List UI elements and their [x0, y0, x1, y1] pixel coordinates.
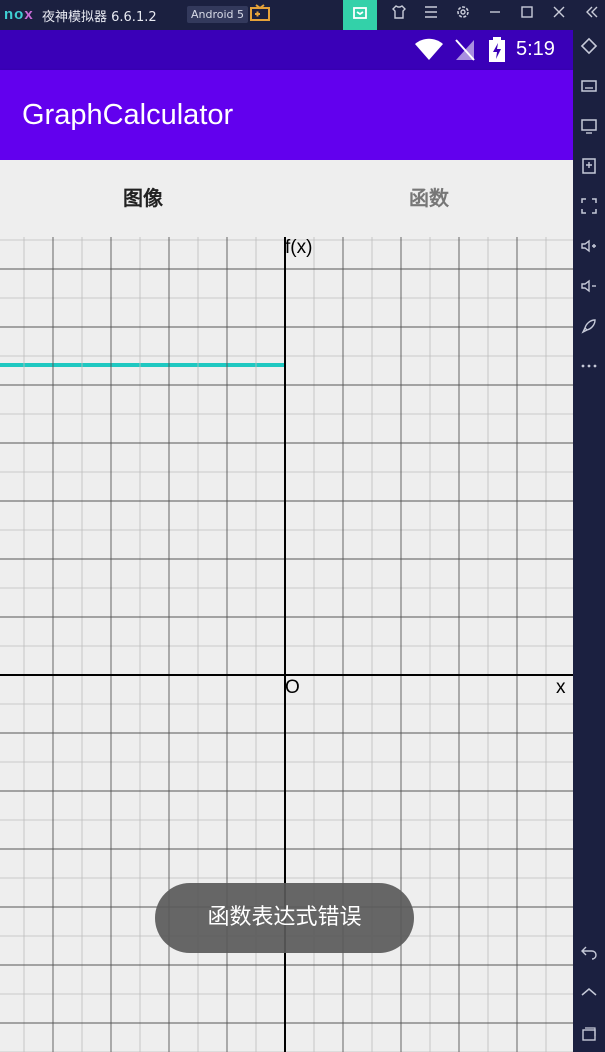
tab-bar: 图像 函数: [0, 160, 573, 367]
screen-icon[interactable]: [573, 116, 605, 144]
home-icon[interactable]: [573, 984, 605, 1012]
fullscreen-icon[interactable]: [573, 196, 605, 224]
emulator-app-name: 夜神模拟器 6.6.1.2: [42, 10, 157, 25]
gift-icon[interactable]: [343, 0, 377, 30]
volume-down-icon[interactable]: [573, 276, 605, 304]
battery-charging-icon: [487, 37, 507, 67]
more-icon[interactable]: [573, 356, 605, 384]
keyboard-icon[interactable]: [573, 76, 605, 104]
settings-icon[interactable]: [452, 4, 474, 26]
status-time: 5:19: [516, 38, 555, 60]
status-bar: 5:19: [0, 30, 573, 70]
menu-icon[interactable]: [420, 4, 442, 26]
wifi-icon: [414, 38, 444, 66]
android-version-badge: Android 5: [187, 6, 249, 23]
emulator-sidebar: [573, 30, 605, 1052]
app-bar: GraphCalculator: [0, 70, 573, 160]
x-axis-label: x: [556, 677, 566, 698]
phone-screen: 5:19 GraphCalculator 图像 函数 f(x) O x 函数表达…: [0, 30, 573, 1052]
recents-icon[interactable]: [573, 1024, 605, 1052]
y-axis-label: f(x): [285, 237, 312, 258]
tab-function[interactable]: 函数: [286, 160, 572, 237]
back-icon[interactable]: [573, 942, 605, 970]
tab-graph[interactable]: 图像: [0, 160, 286, 237]
rotate-icon[interactable]: [573, 36, 605, 64]
close-icon[interactable]: [548, 4, 570, 26]
error-toast: 函数表达式错误: [155, 883, 414, 953]
app-title: GraphCalculator: [22, 99, 234, 131]
collapse-icon[interactable]: [581, 4, 603, 26]
apk-icon[interactable]: [573, 156, 605, 184]
maximize-icon[interactable]: [516, 4, 538, 26]
tshirt-icon[interactable]: [388, 4, 410, 26]
no-signal-icon: [454, 38, 476, 66]
volume-up-icon[interactable]: [573, 236, 605, 264]
nox-logo: nox: [4, 6, 34, 23]
gamepad-icon[interactable]: [249, 4, 271, 26]
emulator-title-bar: nox 夜神模拟器 6.6.1.2 Android 5: [0, 0, 605, 30]
rocket-icon[interactable]: [573, 316, 605, 344]
minimize-icon[interactable]: [484, 4, 506, 26]
origin-label: O: [285, 677, 300, 698]
